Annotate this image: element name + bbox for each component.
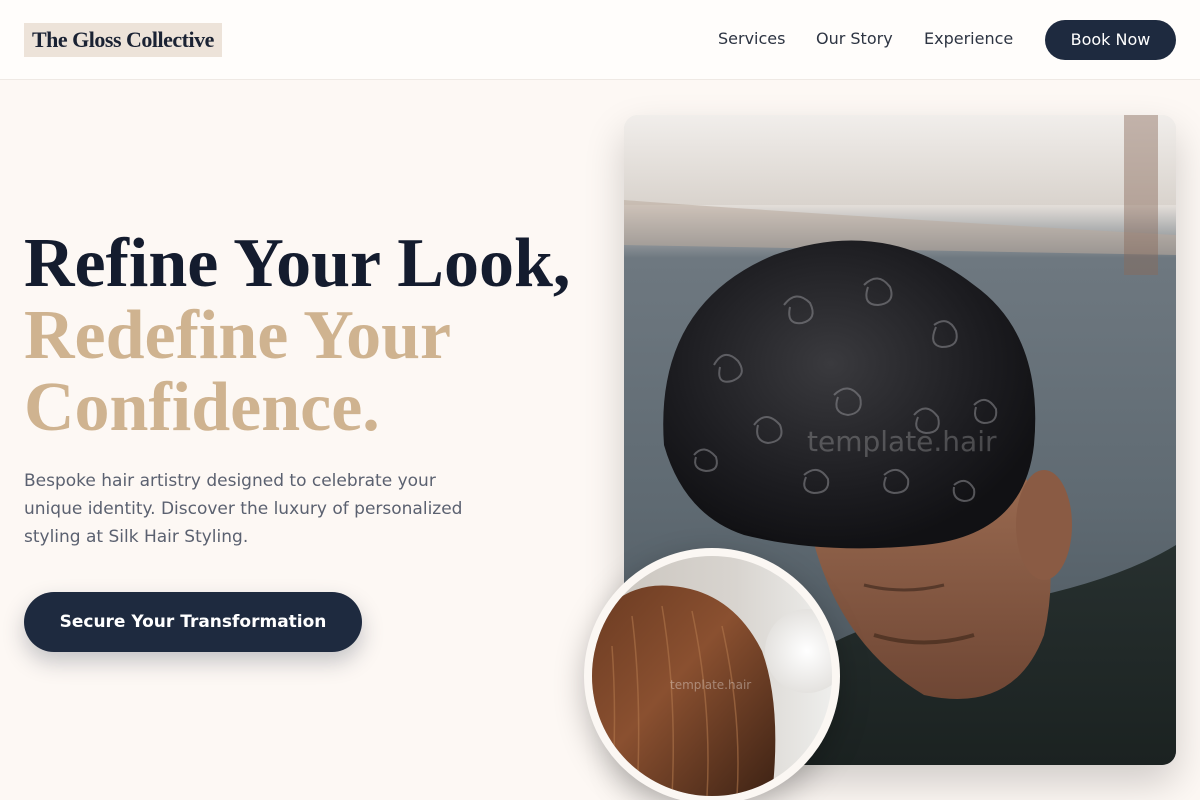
- nav-link-experience[interactable]: Experience: [924, 28, 1013, 50]
- hero-photo-watermark: template.hair: [807, 425, 997, 458]
- inset-photo-illustration: [592, 585, 832, 796]
- nav-link-our-story[interactable]: Our Story: [816, 28, 893, 50]
- brand-logo[interactable]: The Gloss Collective: [24, 23, 222, 57]
- nav-link-services[interactable]: Services: [718, 28, 785, 50]
- headline-line-1: Refine Your Look,: [24, 225, 571, 302]
- inset-photo-straight-hair: template.hair: [592, 556, 832, 796]
- inset-photo-watermark: template.hair: [670, 678, 752, 692]
- secure-transformation-button[interactable]: Secure Your Transformation: [24, 592, 362, 652]
- headline-line-2: Redefine Your: [24, 297, 452, 374]
- book-now-button[interactable]: Book Now: [1045, 20, 1176, 60]
- inset-photo-frame: template.hair: [584, 548, 840, 800]
- hero-headline: Refine Your Look, Redefine Your Confiden…: [24, 228, 570, 444]
- headline-line-3: Confidence.: [24, 369, 380, 446]
- hero-subtitle: Bespoke hair artistry designed to celebr…: [24, 471, 463, 547]
- navbar: The Gloss Collective Services Our Story …: [0, 0, 1200, 80]
